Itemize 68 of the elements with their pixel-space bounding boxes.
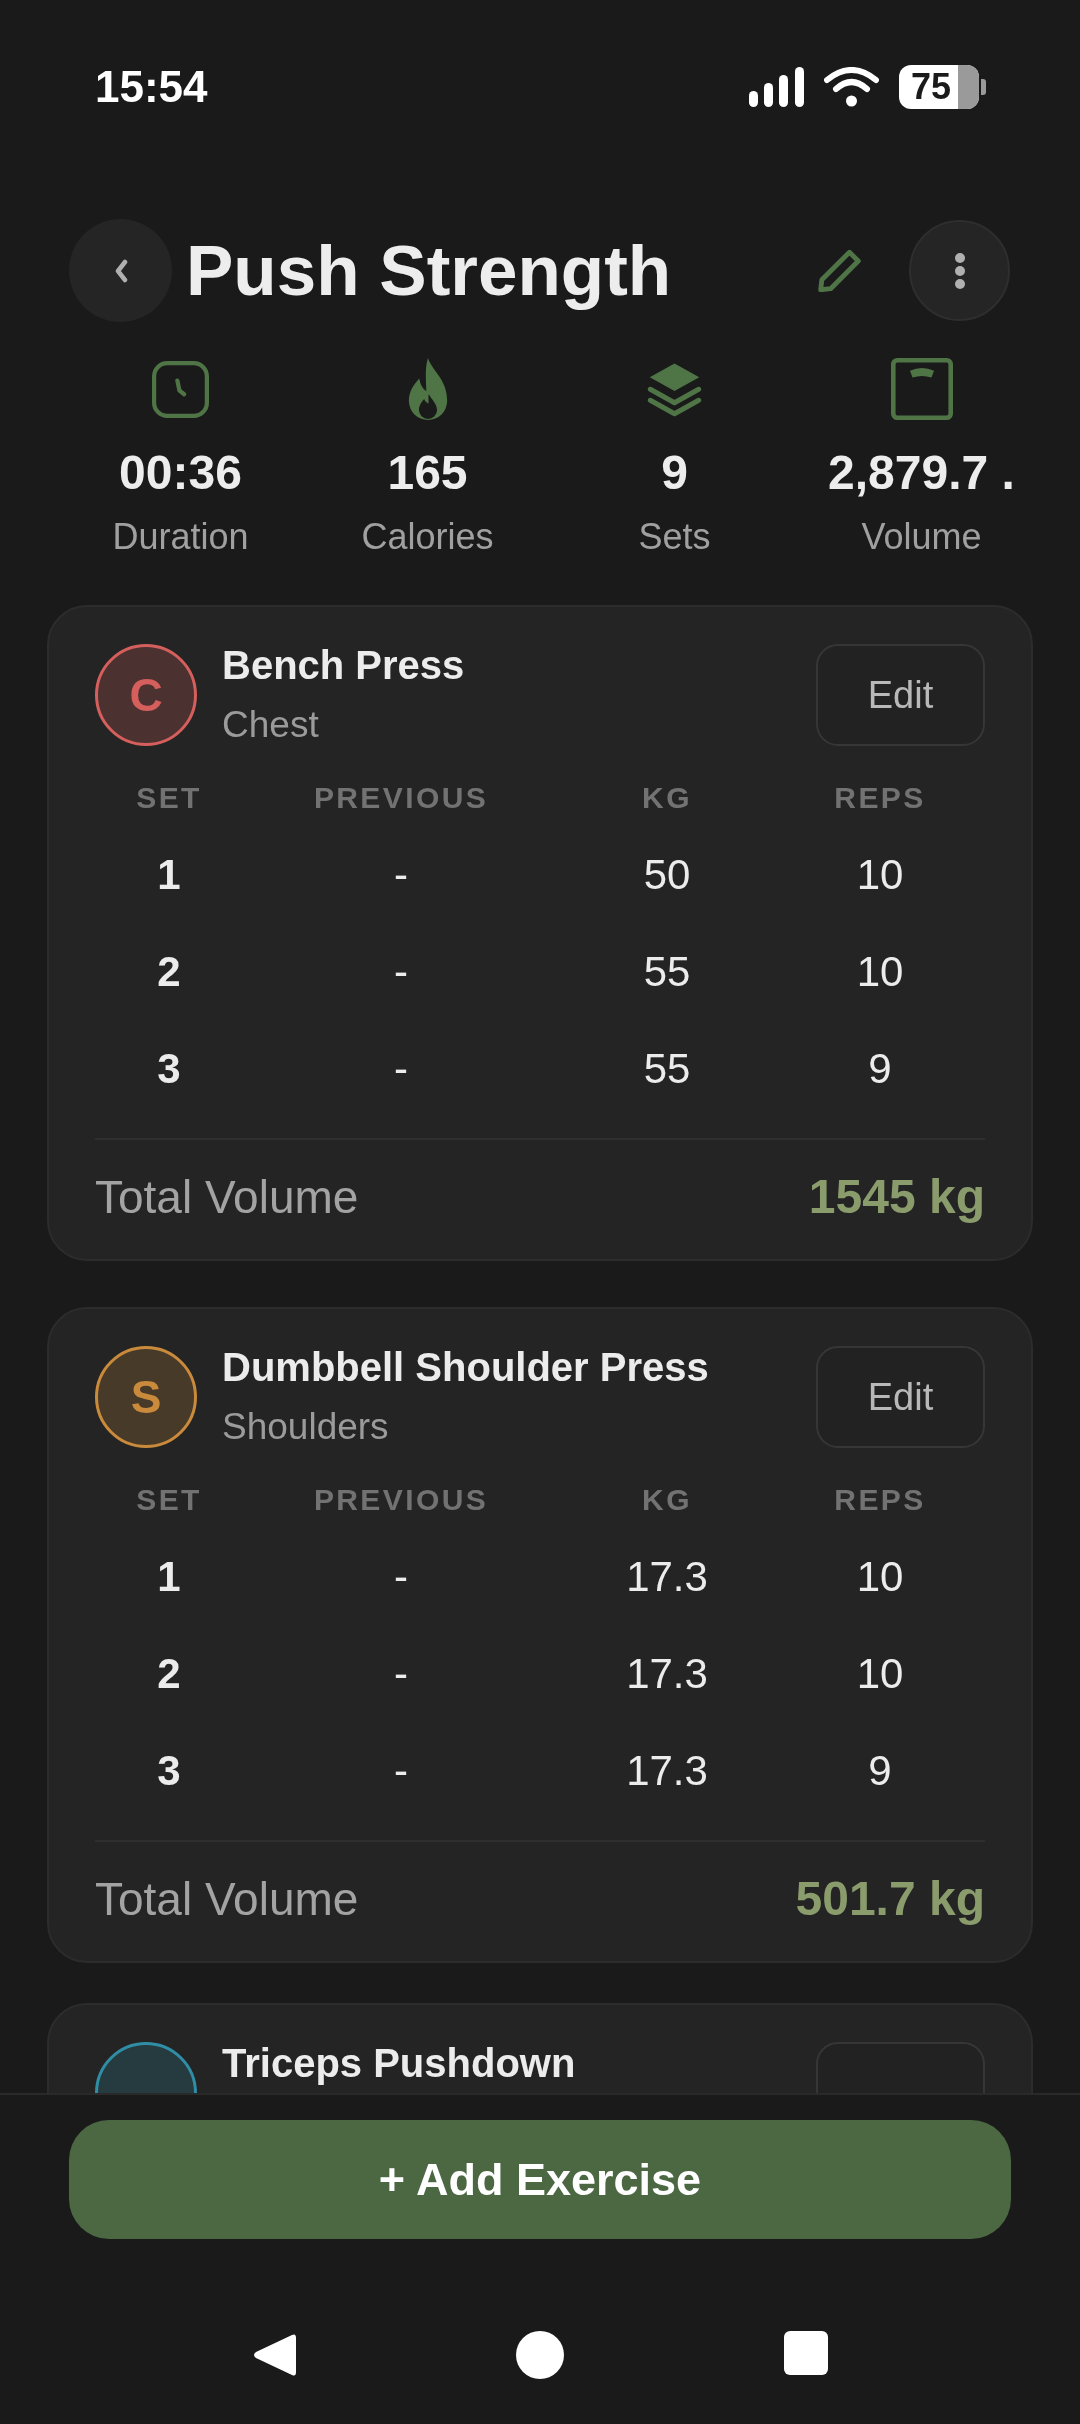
reps-value: 9 bbox=[868, 1043, 892, 1094]
stat-value: 2,879.7 . bbox=[828, 445, 1015, 501]
nav-recents-icon[interactable] bbox=[784, 2331, 828, 2375]
set-number: 1 bbox=[157, 849, 181, 900]
nav-home-icon[interactable] bbox=[516, 2331, 564, 2379]
previous-value: - bbox=[394, 1648, 408, 1699]
stat-label: Duration bbox=[112, 515, 249, 559]
set-number: 3 bbox=[157, 1745, 181, 1796]
weight-value: 17.3 bbox=[626, 1648, 708, 1699]
muscle-group: Chest bbox=[222, 702, 816, 748]
reps-value: 10 bbox=[856, 1551, 904, 1602]
total-volume-value: 1545 kg bbox=[808, 1169, 985, 1225]
stat-value: 9 bbox=[661, 445, 688, 501]
exercise-name: Dumbbell Shoulder Press bbox=[222, 1344, 710, 1391]
set-number: 3 bbox=[157, 1043, 181, 1094]
status-time: 15:54 bbox=[95, 65, 208, 109]
exercise-avatar: S bbox=[95, 1346, 197, 1448]
chevron-left-icon bbox=[113, 258, 128, 283]
column-header: KG bbox=[642, 780, 692, 816]
edit-button[interactable]: Edit bbox=[816, 644, 985, 746]
previous-value: - bbox=[394, 1745, 408, 1796]
column-header: SET bbox=[136, 1482, 202, 1518]
muscle-group: Shoulders bbox=[222, 1404, 816, 1450]
exercise-avatar: C bbox=[95, 644, 197, 746]
previous-value: - bbox=[394, 1551, 408, 1602]
stat-label: Calories bbox=[361, 515, 494, 559]
reps-value: 10 bbox=[856, 1648, 904, 1699]
workout-title: Push Strength bbox=[186, 229, 673, 312]
stat-label: Volume bbox=[861, 515, 982, 559]
scale-icon bbox=[889, 358, 954, 420]
column-header: KG bbox=[642, 1482, 692, 1518]
column-header: PREVIOUS bbox=[313, 1482, 489, 1518]
exercise-name: Bench Press bbox=[222, 642, 466, 689]
exercise-name: Triceps Pushdown bbox=[222, 2040, 577, 2087]
stat-value: 00:36 bbox=[119, 445, 242, 501]
weight-value: 55 bbox=[643, 1043, 691, 1094]
weight-value: 50 bbox=[643, 849, 691, 900]
stat-label: Sets bbox=[638, 515, 711, 559]
signal-icon bbox=[749, 67, 804, 107]
reps-value: 10 bbox=[856, 946, 904, 997]
column-header: REPS bbox=[834, 780, 926, 816]
set-number: 2 bbox=[157, 946, 181, 997]
column-header: SET bbox=[136, 780, 202, 816]
pencil-icon[interactable] bbox=[818, 249, 861, 292]
battery-percentage: 75 bbox=[911, 69, 952, 105]
battery-icon bbox=[899, 65, 986, 109]
weight-value: 17.3 bbox=[626, 1745, 708, 1796]
reps-value: 9 bbox=[868, 1745, 892, 1796]
layers-icon bbox=[647, 361, 702, 417]
previous-value: - bbox=[394, 946, 408, 997]
column-header: PREVIOUS bbox=[313, 780, 489, 816]
more-vertical-icon bbox=[953, 252, 966, 289]
clock-icon bbox=[152, 360, 209, 418]
previous-value: - bbox=[394, 849, 408, 900]
set-number: 1 bbox=[157, 1551, 181, 1602]
wifi-icon bbox=[824, 67, 879, 107]
total-volume-label: Total Volume bbox=[95, 1170, 359, 1225]
set-number: 2 bbox=[157, 1648, 181, 1699]
add-exercise-button[interactable]: + Add Exercise bbox=[69, 2120, 1011, 2239]
previous-value: - bbox=[394, 1043, 408, 1094]
column-header: REPS bbox=[834, 1482, 926, 1518]
stat-value: 165 bbox=[387, 445, 468, 501]
edit-button[interactable]: Edit bbox=[816, 1346, 985, 1448]
total-volume-label: Total Volume bbox=[95, 1872, 359, 1927]
total-volume-value: 501.7 kg bbox=[795, 1871, 985, 1927]
weight-value: 17.3 bbox=[626, 1551, 708, 1602]
reps-value: 10 bbox=[856, 849, 904, 900]
weight-value: 55 bbox=[643, 946, 691, 997]
